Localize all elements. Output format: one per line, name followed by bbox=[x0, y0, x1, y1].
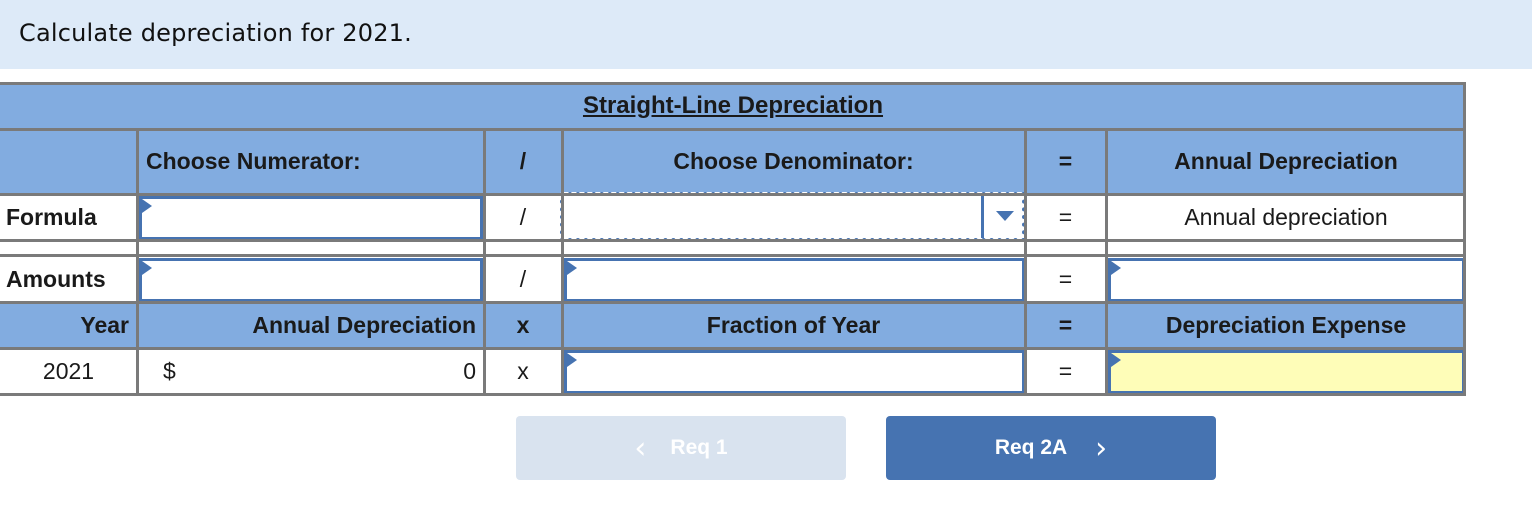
equals-symbol: = bbox=[1058, 203, 1073, 230]
equals-symbol: = bbox=[1058, 357, 1073, 384]
grid-line bbox=[0, 128, 1466, 131]
next-req-label: Req 2A bbox=[994, 436, 1068, 459]
equals-symbol: = bbox=[1058, 265, 1073, 292]
grid-line bbox=[0, 301, 1466, 304]
depreciation-table: Straight-Line Depreciation Choose Numera… bbox=[0, 82, 1466, 396]
grid-line bbox=[0, 193, 1466, 196]
grid-line bbox=[483, 128, 486, 396]
numerator-header: Choose Numerator: bbox=[137, 129, 484, 194]
fraction-header-label: Fraction of Year bbox=[706, 311, 881, 338]
amounts-numerator-cell bbox=[137, 256, 484, 302]
equals-symbol: = bbox=[1058, 148, 1073, 174]
result-header-label: Annual Depreciation bbox=[1174, 148, 1398, 174]
divide-symbol: / bbox=[519, 265, 527, 292]
annual-dep-header: Annual Depreciation bbox=[137, 302, 484, 348]
chevron-down-icon bbox=[996, 211, 1014, 221]
amounts-denominator-input[interactable] bbox=[564, 258, 1025, 302]
table-title: Straight-Line Depreciation bbox=[582, 91, 884, 119]
grid-line bbox=[136, 128, 139, 396]
times-header: x bbox=[484, 302, 562, 348]
year-cell: 2021 bbox=[0, 348, 137, 394]
input-flag-icon bbox=[142, 199, 152, 213]
expense-header: Depreciation Expense bbox=[1106, 302, 1466, 348]
grid-line bbox=[561, 128, 564, 396]
prev-req-button[interactable]: ‹ Req 1 bbox=[516, 416, 846, 480]
expense-equals-cell: = bbox=[1025, 348, 1106, 394]
denominator-header-label: Choose Denominator: bbox=[673, 148, 914, 174]
formula-result-cell: Annual depreciation bbox=[1106, 194, 1466, 240]
grid-line bbox=[0, 239, 1466, 242]
divide-header: / bbox=[484, 129, 562, 194]
divide-symbol: / bbox=[519, 148, 527, 174]
grid-line bbox=[1463, 82, 1466, 396]
formula-label: Formula bbox=[6, 203, 97, 230]
year-value: 2021 bbox=[42, 357, 95, 384]
dropdown-toggle[interactable] bbox=[981, 196, 1022, 238]
next-req-button[interactable]: Req 2A › bbox=[886, 416, 1216, 480]
denominator-dropdown[interactable] bbox=[560, 192, 1026, 242]
amounts-result-cell bbox=[1106, 256, 1466, 302]
fraction-cell bbox=[562, 348, 1025, 394]
expense-header-label: Depreciation Expense bbox=[1165, 311, 1407, 338]
formula-divide-cell: / bbox=[484, 194, 562, 240]
formula-equals-cell: = bbox=[1025, 194, 1106, 240]
amounts-denominator-cell bbox=[562, 256, 1025, 302]
expense-cell bbox=[1106, 348, 1466, 394]
input-flag-icon bbox=[567, 261, 577, 275]
fraction-input[interactable] bbox=[564, 350, 1025, 394]
formula-label-cell: Formula bbox=[0, 194, 137, 240]
chevron-left-icon: ‹ bbox=[634, 430, 647, 466]
table-title-cell: Straight-Line Depreciation bbox=[0, 82, 1466, 129]
times-cell: x bbox=[484, 348, 562, 394]
amounts-equals-cell: = bbox=[1025, 256, 1106, 302]
input-flag-icon bbox=[142, 261, 152, 275]
input-flag-icon bbox=[567, 353, 577, 367]
amounts-numerator-input[interactable] bbox=[139, 258, 483, 302]
times-symbol: x bbox=[517, 357, 529, 384]
numerator-header-label: Choose Numerator: bbox=[146, 148, 361, 174]
instruction-text: Calculate depreciation for 2021. bbox=[19, 19, 412, 47]
input-flag-icon bbox=[1111, 261, 1121, 275]
amounts-result-input[interactable] bbox=[1108, 258, 1465, 302]
equals-symbol: = bbox=[1058, 311, 1073, 338]
depreciation-expense-input[interactable] bbox=[1108, 350, 1465, 394]
year-header-label: Year bbox=[80, 311, 129, 338]
annual-dep-value: 0 bbox=[463, 357, 476, 384]
divide-symbol: / bbox=[519, 203, 527, 230]
grid-line bbox=[1024, 128, 1027, 396]
grid-line bbox=[0, 82, 1466, 85]
grid-line bbox=[0, 254, 1466, 257]
annual-dep-cell: $ 0 bbox=[137, 348, 484, 394]
instruction-banner: Calculate depreciation for 2021. bbox=[0, 0, 1532, 69]
header-blank bbox=[0, 129, 137, 194]
prev-req-label: Req 1 bbox=[670, 436, 728, 459]
currency-symbol: $ bbox=[163, 357, 176, 384]
fraction-header: Fraction of Year bbox=[562, 302, 1025, 348]
formula-numerator-input[interactable] bbox=[139, 196, 483, 240]
grid-line bbox=[0, 393, 1466, 396]
expense-equals-header: = bbox=[1025, 302, 1106, 348]
year-header: Year bbox=[0, 302, 137, 348]
times-symbol: x bbox=[516, 311, 530, 338]
input-flag-icon bbox=[1111, 353, 1121, 367]
equals-header: = bbox=[1025, 129, 1106, 194]
amounts-divide-cell: / bbox=[484, 256, 562, 302]
result-header: Annual Depreciation bbox=[1106, 129, 1466, 194]
annual-dep-header-label: Annual Depreciation bbox=[252, 311, 476, 338]
denominator-header: Choose Denominator: bbox=[562, 129, 1025, 194]
chevron-right-icon: › bbox=[1095, 430, 1108, 466]
amounts-label: Amounts bbox=[6, 265, 106, 292]
formula-denominator-cell bbox=[560, 192, 1026, 242]
grid-line bbox=[1105, 128, 1108, 396]
amounts-label-cell: Amounts bbox=[0, 256, 137, 302]
grid-line bbox=[0, 347, 1466, 350]
formula-numerator-cell bbox=[137, 194, 484, 240]
formula-result-text: Annual depreciation bbox=[1184, 203, 1388, 230]
